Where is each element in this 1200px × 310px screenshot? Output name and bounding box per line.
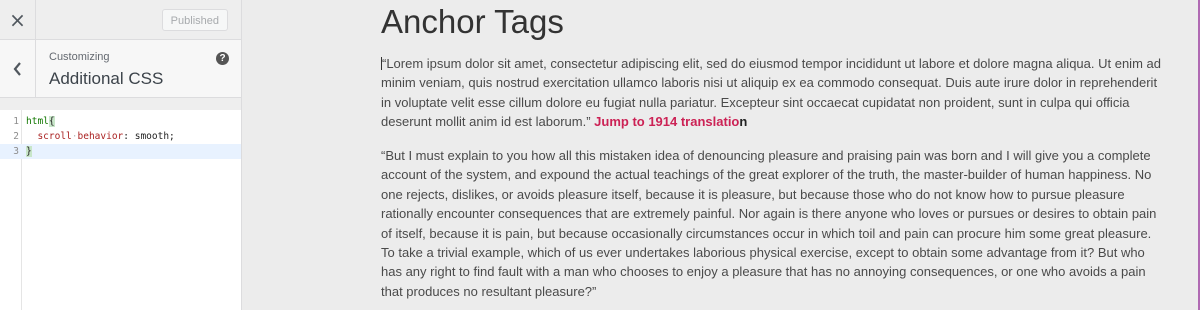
paragraph-lorem-text: “Lorem ipsum dolor sit amet, consectetur… bbox=[381, 56, 1161, 130]
publish-button[interactable]: Published bbox=[161, 9, 228, 31]
code-line[interactable]: 1 html{ bbox=[0, 114, 241, 129]
line-number: 3 bbox=[13, 146, 19, 157]
site-preview: Anchor Tags “Lorem ipsum dolor sit amet,… bbox=[243, 0, 1200, 310]
link-tail-text: n bbox=[739, 114, 748, 130]
close-customizer-button[interactable]: × bbox=[0, 0, 36, 40]
code-value: : smooth; bbox=[123, 131, 175, 142]
code-property: scroll bbox=[37, 131, 72, 142]
code-brace: } bbox=[26, 146, 32, 157]
code-brace: { bbox=[48, 116, 55, 127]
code-text: } bbox=[26, 144, 32, 159]
customizing-label: Customizing bbox=[49, 51, 110, 63]
customizer-topbar: × Published bbox=[0, 0, 241, 40]
jump-to-1914-link[interactable]: Jump to 1914 translatio bbox=[594, 114, 739, 129]
section-header: Customizing Additional CSS ? bbox=[0, 40, 241, 98]
section-title: Additional CSS bbox=[49, 69, 164, 88]
page-title: Anchor Tags bbox=[381, 3, 564, 40]
customizer-sidebar: × Published Customizing Additional CSS ?… bbox=[0, 0, 242, 310]
css-code-editor[interactable]: 1 html{ 2 scroll·behavior: smooth; 3 } bbox=[0, 110, 241, 310]
chevron-left-icon bbox=[13, 62, 21, 76]
help-icon[interactable]: ? bbox=[216, 52, 229, 65]
code-property: behavior bbox=[77, 131, 124, 142]
code-line-active[interactable]: 3 } bbox=[0, 144, 241, 159]
line-number: 1 bbox=[13, 116, 19, 127]
close-icon: × bbox=[9, 8, 26, 32]
paragraph-lorem: “Lorem ipsum dolor sit amet, consectetur… bbox=[381, 54, 1166, 132]
line-number: 2 bbox=[13, 131, 19, 142]
back-button[interactable] bbox=[0, 40, 36, 98]
code-selector: html bbox=[26, 116, 49, 127]
code-text: scroll·behavior: smooth; bbox=[26, 129, 175, 144]
code-line[interactable]: 2 scroll·behavior: smooth; bbox=[0, 129, 241, 144]
paragraph-1914: “But I must explain to you how all this … bbox=[381, 148, 1157, 299]
code-text: html{ bbox=[26, 114, 55, 129]
